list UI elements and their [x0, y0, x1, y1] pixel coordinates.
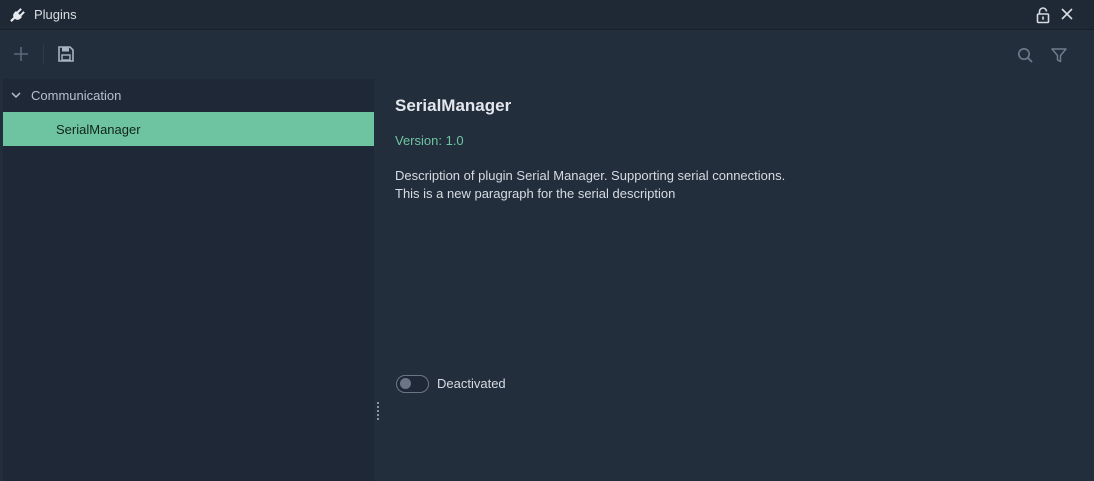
toggle-switch[interactable]: [396, 375, 429, 393]
tree-group-communication[interactable]: Communication: [3, 79, 374, 111]
window-title: Plugins: [34, 7, 77, 22]
tree-item-serialmanager[interactable]: SerialManager: [3, 112, 374, 146]
title-bar: Plugins: [0, 0, 1094, 30]
plugin-name: SerialManager: [395, 96, 512, 115]
plus-icon[interactable]: [10, 43, 32, 65]
tree-group-label: Communication: [31, 88, 122, 103]
plugin-details: SerialManager Version: 1.0 Description o…: [395, 79, 1085, 481]
toolbar-divider: [43, 44, 44, 64]
chevron-down-icon[interactable]: [10, 89, 22, 101]
plugin-version: Version: 1.0: [395, 133, 464, 148]
panel-splitter[interactable]: [376, 402, 380, 422]
save-icon[interactable]: [55, 43, 77, 65]
toggle-knob: [400, 378, 411, 389]
plugins-window: Plugins Communication SerialManager Seri…: [0, 0, 1094, 481]
toolbar: [0, 31, 1094, 77]
description-line: Description of plugin Serial Manager. Su…: [395, 168, 786, 183]
search-icon[interactable]: [1014, 44, 1036, 66]
plug-icon: [10, 8, 25, 22]
plugin-description: Description of plugin Serial Manager. Su…: [395, 167, 1035, 203]
toggle-label: Deactivated: [437, 376, 506, 391]
filter-icon[interactable]: [1048, 44, 1070, 66]
lock-icon[interactable]: [1035, 6, 1051, 24]
close-icon[interactable]: [1060, 7, 1074, 21]
plugin-tree: Communication SerialManager: [3, 79, 374, 481]
tree-item-label: SerialManager: [56, 122, 141, 137]
description-line: This is a new paragraph for the serial d…: [395, 186, 676, 201]
